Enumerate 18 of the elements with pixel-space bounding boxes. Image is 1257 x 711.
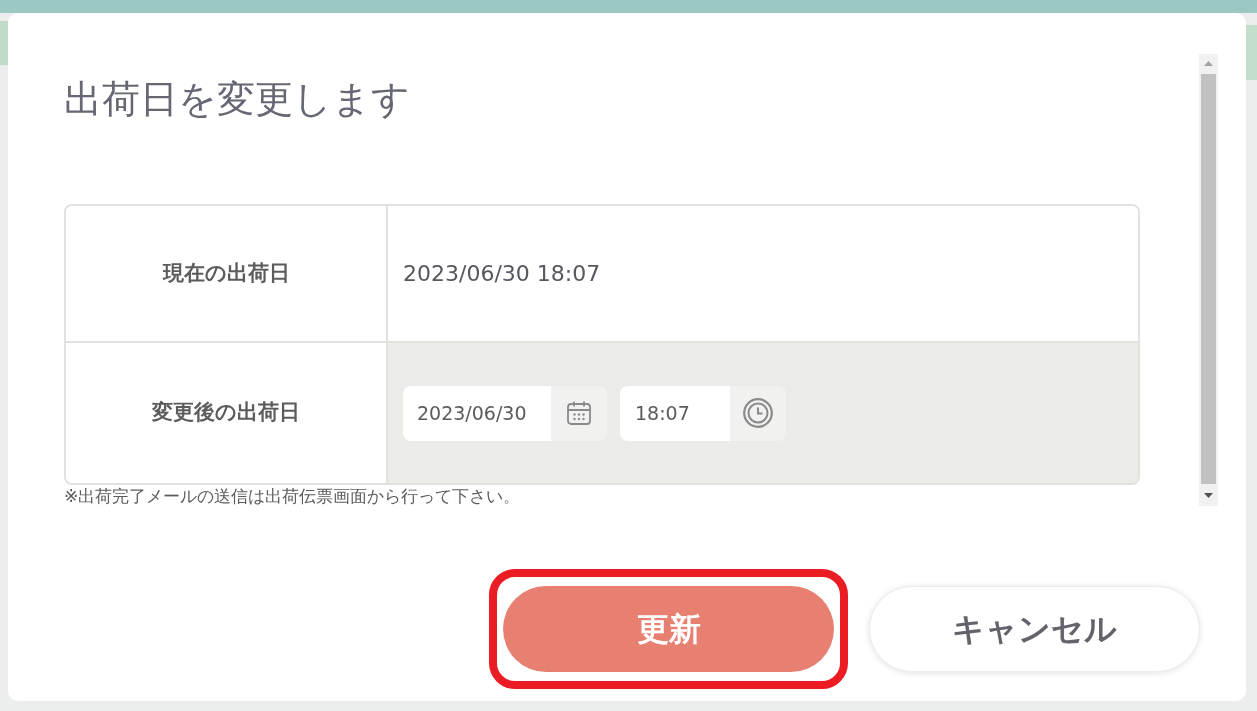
cancel-button[interactable]: キャンセル — [869, 586, 1200, 672]
down-arrow-icon[interactable] — [1204, 493, 1213, 498]
time-field[interactable]: 18:07 — [620, 385, 730, 441]
scrollbar[interactable] — [1199, 54, 1218, 506]
calendar-button[interactable] — [551, 385, 607, 441]
up-arrow-icon[interactable] — [1204, 61, 1213, 66]
scrollbar-thumb[interactable] — [1201, 74, 1216, 484]
table-header-cell: 現在の出荷日 — [66, 206, 388, 343]
banner-strip — [1246, 25, 1257, 80]
note-text: ※出荷完了メールの送信は出荷伝票画面から行って下さい。 — [64, 486, 521, 506]
banner-strip — [0, 21, 8, 65]
calendar-icon — [566, 400, 592, 426]
clock-icon — [743, 398, 773, 428]
date-field[interactable]: 2023/06/30 — [403, 385, 551, 441]
table-header-cell: 変更後の出荷日 — [66, 343, 388, 483]
dialog-title: 出荷日を変更します — [64, 76, 410, 123]
clock-button[interactable] — [730, 385, 786, 441]
table-cell: 2023/06/30 18:07 — [388, 206, 1138, 343]
